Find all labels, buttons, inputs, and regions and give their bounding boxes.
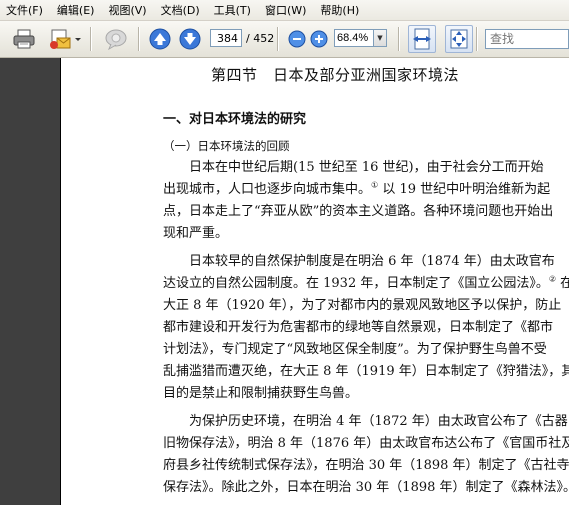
paragraph-line: 现和严重。 <box>163 226 229 241</box>
paragraph-line: 出现城市，人口也逐步向城市集中。① 以 19 世纪中叶明治维新为起 <box>163 180 550 200</box>
zoom-input[interactable] <box>334 29 374 47</box>
page-down-icon[interactable] <box>178 27 202 51</box>
menu-view[interactable]: 视图(V) <box>108 2 146 18</box>
text-fragment: 达设立的自然公园制度。在 1932 年，日本制定了《国立公园法》。 <box>163 276 549 291</box>
toolbar-divider <box>90 27 92 51</box>
heading-level2: （一）日本环境法的回顾 <box>163 139 290 153</box>
menu-edit[interactable]: 编辑(E) <box>57 2 95 18</box>
paragraph-line: 点，日本走上了“弃亚从欧”的资本主义道路。各种环境问题也开始出 <box>163 204 554 219</box>
search-input[interactable] <box>485 29 569 49</box>
toolbar-divider <box>476 27 478 51</box>
fit-width-icon[interactable] <box>408 25 436 53</box>
navigation-gutter <box>0 58 60 505</box>
email-icon[interactable] <box>48 27 72 51</box>
text-fragment: 出现城市，人口也逐步向城市集中。 <box>163 182 372 197</box>
menu-file[interactable]: 文件(F) <box>6 2 43 18</box>
menu-tools[interactable]: 工具(T) <box>214 2 251 18</box>
paragraph-line: 为保护历史环境，在明治 4 年（1872 年）由太政官公布了《古器 <box>189 414 568 429</box>
document-page: 第四节 日本及部分亚洲国家环境法 一、对日本环境法的研究 （一）日本环境法的回顾… <box>61 58 569 505</box>
page-up-icon[interactable] <box>148 27 172 51</box>
paragraph-line: 日本较早的自然保护制度是在明治 6 年（1874 年）由太政官布 <box>189 254 555 269</box>
zoom-in-icon[interactable] <box>307 27 331 51</box>
menu-bar: 文件(F) 编辑(E) 视图(V) 文档(D) 工具(T) 窗口(W) 帮助(H… <box>0 0 569 21</box>
toolbar-divider <box>277 27 279 51</box>
menu-window[interactable]: 窗口(W) <box>265 2 306 18</box>
text-fragment: 以 19 世纪中叶明治维新为起 <box>378 182 551 197</box>
paragraph-line: 计划法》，专门规定了“风致地区保全制度”。为了保护野生鸟兽不受 <box>163 342 547 357</box>
paragraph-line: 都市建设和开发行为危害都市的绿地等自然景观，日本制定了《都市 <box>163 320 554 335</box>
menu-document[interactable]: 文档(D) <box>161 2 200 18</box>
toolbar-divider <box>398 27 400 51</box>
page-total: / 452 <box>246 32 275 45</box>
page-number-input[interactable] <box>210 29 242 47</box>
footnote-marker[interactable]: ② <box>549 275 556 284</box>
paragraph-line: 保存法》。除此之外，日本在明治 30 年（1898 年）制定了《森林法》。 <box>163 480 569 495</box>
text-fragment: 在 <box>560 276 569 291</box>
zoom-out-icon[interactable] <box>285 27 309 51</box>
toolbar <box>0 21 569 58</box>
paragraph-line: 旧物保存法》，明治 8 年（1876 年）由太政官布达公布了《官国币社及 <box>163 436 569 451</box>
paragraph-line: 府县乡社传统制式保存法》，在明治 30 年（1898 年）制定了《古社寺 <box>163 458 569 473</box>
chevron-down-icon[interactable]: ▼ <box>374 29 387 47</box>
heading-level1: 一、对日本环境法的研究 <box>163 112 307 127</box>
paragraph-line: 日本在中世纪后期(15 世纪至 16 世纪)，由于社会分工而开始 <box>189 160 544 175</box>
chevron-down-icon[interactable] <box>72 27 84 51</box>
paragraph-line: 乱捕滥猎而遭灭绝，在大正 8 年（1919 年）日本制定了《狩猎法》，其 <box>163 364 569 379</box>
comment-icon[interactable] <box>104 27 128 51</box>
paragraph-line: 目的是禁止和限制捕获野生鸟兽。 <box>163 386 359 401</box>
section-title: 第四节 日本及部分亚洲国家环境法 <box>211 66 460 84</box>
fit-page-icon[interactable] <box>445 25 473 53</box>
menu-help[interactable]: 帮助(H) <box>320 2 359 18</box>
paragraph-line: 大正 8 年（1920 年），为了对都市内的景观风致地区予以保护，防止 <box>163 298 562 313</box>
paragraph-line: 达设立的自然公园制度。在 1932 年，日本制定了《国立公园法》。② 在 <box>163 274 569 294</box>
toolbar-divider <box>138 27 140 51</box>
print-icon[interactable] <box>12 27 36 51</box>
